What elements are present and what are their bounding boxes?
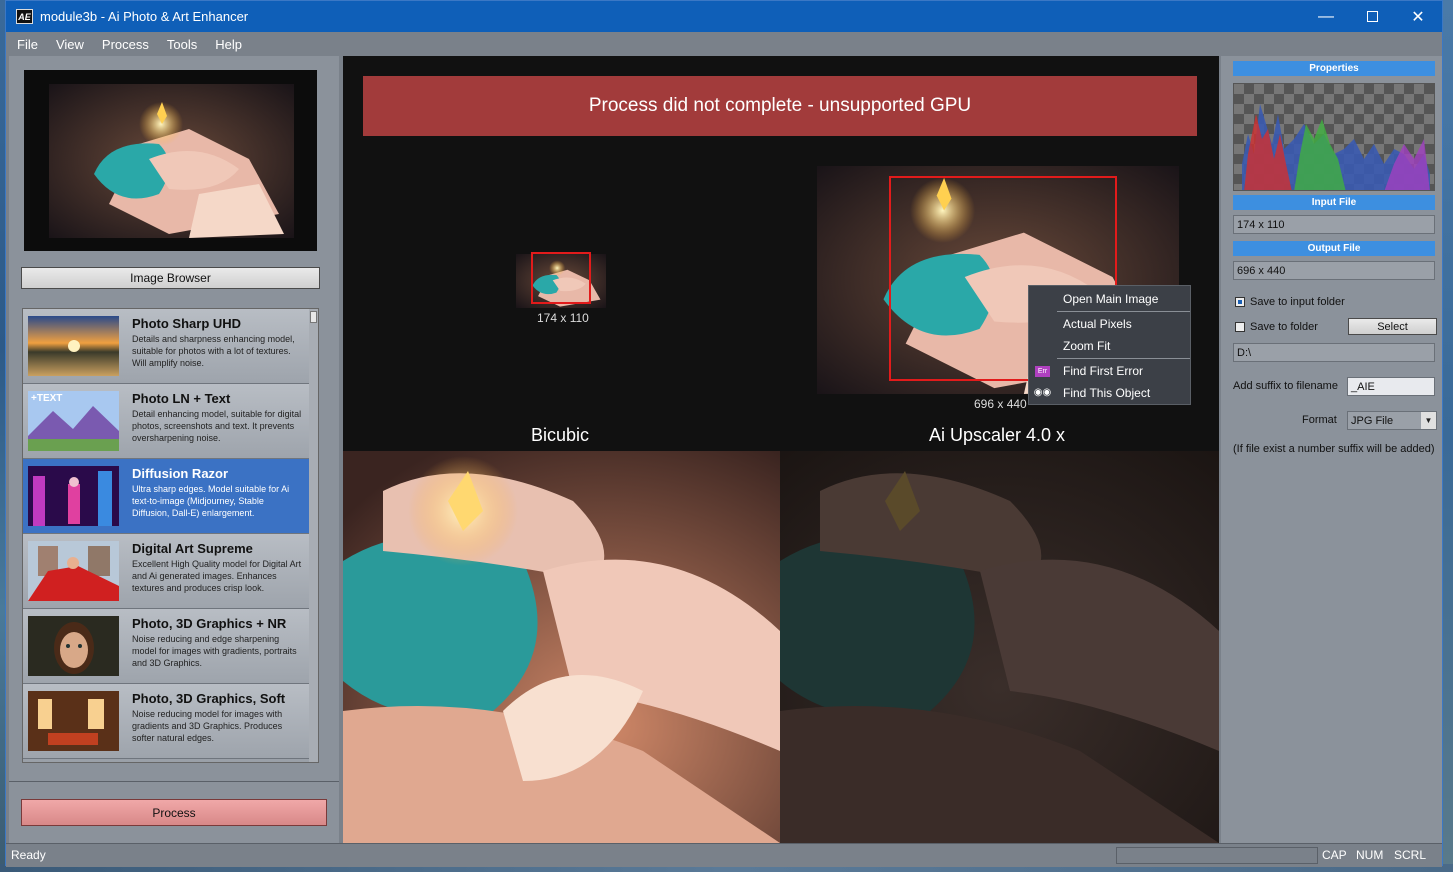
divider — [9, 781, 339, 782]
save-to-folder-label: Save to folder — [1250, 321, 1318, 333]
model-item-selected[interactable]: Diffusion Razor Ultra sharp edges. Model… — [23, 459, 314, 534]
model-item[interactable]: Photo, 3D Graphics, Soft Noise reducing … — [23, 684, 311, 759]
ctx-find-this-object[interactable]: Find This Object — [1063, 386, 1150, 400]
menu-view[interactable]: View — [56, 37, 84, 52]
menu-file[interactable]: File — [17, 37, 38, 52]
model-description: Detail enhancing model, suitable for dig… — [132, 409, 302, 443]
main-image-preview[interactable] — [24, 70, 317, 251]
chevron-down-icon[interactable]: ▼ — [1421, 412, 1436, 429]
model-list: Photo Sharp UHD Details and sharpness en… — [22, 308, 319, 763]
upscaled-size-label: 696 x 440 — [974, 397, 1027, 411]
zoom-region-box[interactable] — [531, 252, 591, 304]
maximize-button[interactable] — [1349, 1, 1395, 32]
bicubic-zoom-view[interactable] — [343, 451, 780, 843]
close-button[interactable]: ✕ — [1395, 1, 1441, 32]
suffix-input[interactable]: _AIE — [1347, 377, 1435, 396]
bicubic-caption: Bicubic — [531, 425, 590, 445]
output-file-dimensions: 696 x 440 — [1233, 261, 1435, 280]
suffix-label: Add suffix to filename — [1233, 380, 1338, 392]
model-name: Photo, 3D Graphics, Soft — [132, 691, 286, 706]
preview-image — [49, 84, 294, 238]
bicubic-size-label: 174 x 110 — [537, 311, 589, 325]
image-browser-button[interactable]: Image Browser — [21, 267, 320, 289]
upscaler-caption: Ai Upscaler 4.0 x — [929, 425, 1066, 445]
status-panel — [1116, 847, 1318, 864]
model-thumbnail — [28, 691, 119, 751]
caps-lock-indicator: CAP — [1322, 848, 1347, 862]
minimize-icon: — — [1318, 7, 1334, 25]
model-name: Photo Sharp UHD — [132, 316, 242, 331]
app-window: AE module3b - Ai Photo & Art Enhancer — … — [5, 0, 1443, 867]
error-banner: Process did not complete - unsupported G… — [363, 76, 1197, 136]
model-description: Ultra sharp edges. Model suitable for Ai… — [132, 484, 290, 518]
input-file-dimensions: 174 x 110 — [1233, 215, 1435, 234]
menu-process[interactable]: Process — [102, 37, 149, 52]
save-to-folder-radio[interactable] — [1235, 322, 1245, 332]
properties-header: Properties — [1233, 61, 1435, 76]
upscaled-zoom-view[interactable] — [780, 451, 1219, 843]
model-item[interactable]: Photo Sharp UHD Details and sharpness en… — [23, 309, 311, 384]
model-name: Diffusion Razor — [132, 466, 229, 481]
save-to-input-folder-radio[interactable] — [1235, 297, 1245, 307]
select-folder-button[interactable]: Select — [1348, 318, 1437, 335]
scroll-lock-indicator: SCRL — [1394, 848, 1427, 862]
model-thumbnail — [28, 466, 119, 526]
window-title: module3b - Ai Photo & Art Enhancer — [40, 9, 249, 24]
ctx-open-main-image[interactable]: Open Main Image — [1063, 292, 1158, 306]
menu-help[interactable]: Help — [215, 37, 242, 52]
model-thumbnail — [28, 316, 119, 376]
format-value: JPG File — [1351, 414, 1394, 427]
model-list-scrollbar[interactable] — [309, 309, 318, 762]
model-thumbnail — [28, 616, 119, 676]
ctx-actual-pixels[interactable]: Actual Pixels — [1063, 317, 1132, 331]
scrollbar-thumb[interactable] — [310, 311, 317, 323]
format-label: Format — [1302, 414, 1337, 426]
model-name: Photo LN + Text — [132, 391, 231, 406]
app-logo-icon: AE — [16, 9, 33, 24]
ctx-separator — [1057, 311, 1190, 312]
input-file-header: Input File — [1233, 195, 1435, 210]
model-item[interactable]: Digital Art Supreme Excellent High Quali… — [23, 534, 311, 609]
folder-path-input[interactable]: D:\ — [1233, 343, 1435, 362]
model-thumbnail — [28, 541, 119, 601]
menu-tools[interactable]: Tools — [167, 37, 197, 52]
right-panel: Properties Input File 174 x 110 Output F… — [1221, 56, 1442, 843]
status-text: Ready — [11, 848, 46, 862]
desktop-right-edge — [1443, 0, 1453, 872]
process-button[interactable]: Process — [21, 799, 327, 826]
save-to-input-folder-label: Save to input folder — [1250, 296, 1345, 308]
model-description: Excellent High Quality model for Digital… — [132, 559, 302, 593]
binoculars-icon: ◉◉ — [1033, 387, 1052, 398]
minimize-button[interactable]: — — [1303, 1, 1349, 32]
suffix-note: (If file exist a number suffix will be a… — [1233, 443, 1435, 455]
format-select[interactable]: JPG File ▼ — [1347, 411, 1437, 430]
menu-bar: File View Process Tools Help — [6, 32, 1442, 56]
model-description: Noise reducing and edge sharpening model… — [132, 634, 297, 668]
model-name: Digital Art Supreme — [132, 541, 253, 556]
close-icon: ✕ — [1411, 8, 1425, 26]
context-menu: Open Main Image Actual Pixels Zoom Fit E… — [1028, 285, 1191, 405]
ctx-find-first-error[interactable]: Find First Error — [1063, 364, 1143, 378]
ctx-separator — [1057, 358, 1190, 359]
histogram — [1233, 83, 1435, 191]
model-description: Noise reducing model for images with gra… — [132, 709, 283, 743]
status-bar: Ready CAP NUM SCRL — [6, 843, 1442, 867]
thumbnail-text: +TEXT — [31, 393, 63, 404]
left-panel: Image Browser Photo Sharp UHD Details an… — [9, 56, 339, 843]
error-icon: Err — [1035, 366, 1050, 377]
maximize-icon — [1366, 11, 1378, 22]
model-item[interactable]: Photo, 3D Graphics + NR Noise reducing a… — [23, 609, 311, 684]
title-bar: AE module3b - Ai Photo & Art Enhancer — … — [6, 1, 1442, 32]
model-description: Details and sharpness enhancing model, s… — [132, 334, 295, 368]
num-lock-indicator: NUM — [1356, 848, 1384, 862]
model-item[interactable]: +TEXT Photo LN + Text Detail enhancing m… — [23, 384, 311, 459]
model-thumbnail: +TEXT — [28, 391, 119, 451]
output-file-header: Output File — [1233, 241, 1435, 256]
model-name: Photo, 3D Graphics + NR — [132, 616, 287, 631]
ctx-zoom-fit[interactable]: Zoom Fit — [1063, 339, 1110, 353]
comparison-view[interactable]: Process did not complete - unsupported G… — [343, 56, 1219, 843]
